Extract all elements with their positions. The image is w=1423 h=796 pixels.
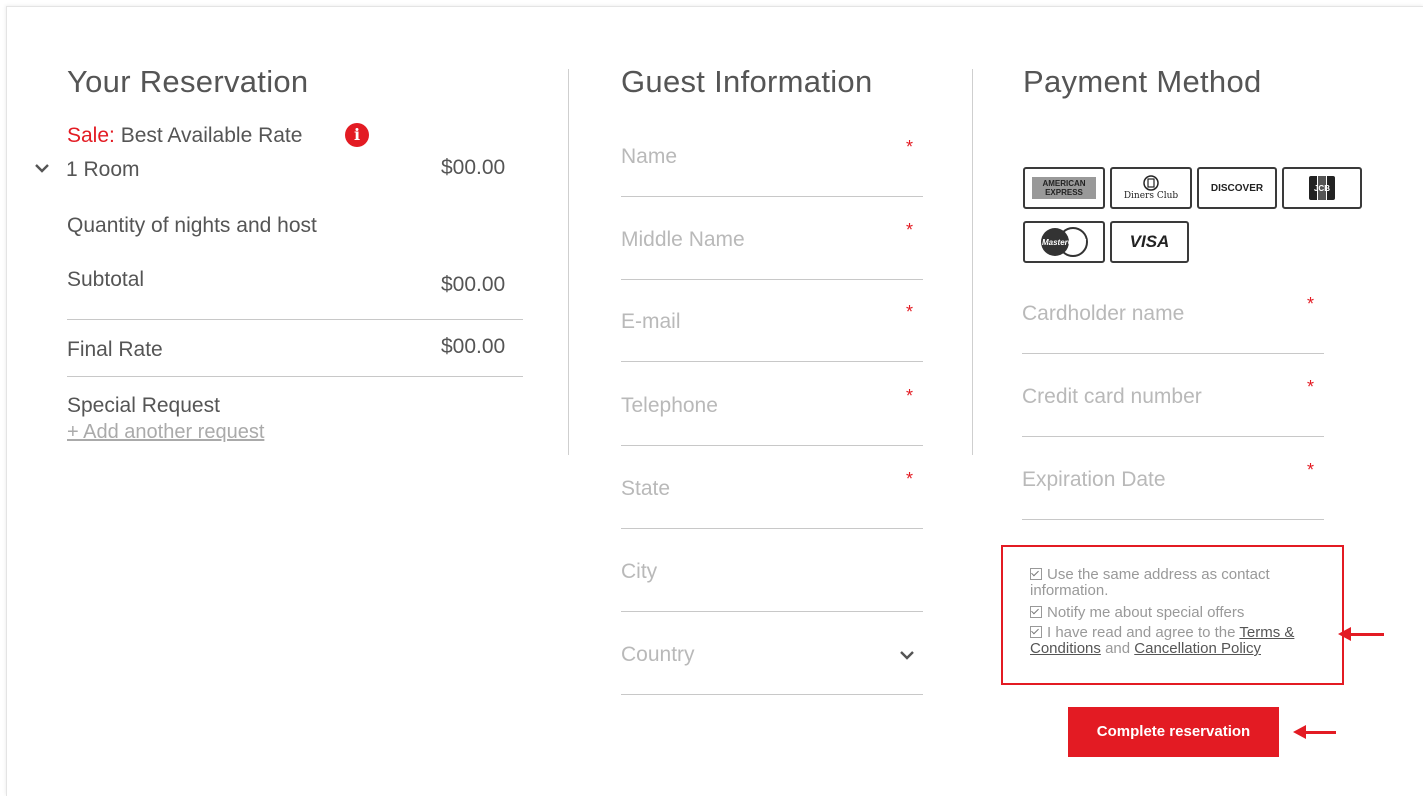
field-underline [621, 361, 923, 362]
middle-name-field[interactable]: Middle Name * [621, 220, 923, 280]
rate-line: Sale: Best Available Rate [67, 124, 302, 148]
telephone-field[interactable]: Telephone * [621, 386, 923, 446]
chevron-down-icon [899, 647, 915, 663]
amex-label: AMERICAN EXPRESS [1032, 177, 1096, 199]
notify-label: Notify me about special offers [1047, 604, 1245, 621]
required-marker: * [905, 302, 913, 322]
diners-label: Diners Club [1123, 191, 1179, 201]
required-marker: * [905, 469, 913, 489]
nights-label: Quantity of nights and host [67, 214, 317, 237]
state-placeholder: State [621, 477, 671, 500]
rate-name: Best Available Rate [120, 124, 303, 147]
middle-name-placeholder: Middle Name [621, 228, 745, 251]
discover-card-icon: DISCOVER [1197, 167, 1277, 209]
guest-info-title: Guest Information [621, 64, 873, 99]
chevron-down-icon[interactable] [34, 160, 54, 180]
required-marker: * [1306, 377, 1314, 397]
diners-logo-icon [1143, 175, 1159, 191]
checkbox-checked-icon [1030, 626, 1042, 638]
column-divider [972, 69, 973, 455]
jcb-label: JCB [1313, 183, 1330, 193]
column-divider [568, 69, 569, 455]
amex-card-icon: AMERICAN EXPRESS [1023, 167, 1105, 209]
payment-method-title: Payment Method [1023, 64, 1262, 99]
country-placeholder: Country [621, 643, 695, 666]
required-marker: * [905, 137, 913, 157]
field-underline [621, 528, 923, 529]
field-underline [621, 445, 923, 446]
final-rate-label: Final Rate [67, 338, 163, 361]
field-underline [1022, 519, 1324, 520]
room-price: $00.00 [441, 156, 506, 179]
agree-label: I have read and agree to the [1047, 624, 1236, 641]
divider [67, 376, 523, 377]
field-underline [621, 196, 923, 197]
card-number-placeholder: Credit card number [1022, 385, 1202, 408]
required-marker: * [905, 220, 913, 240]
telephone-placeholder: Telephone [621, 394, 718, 417]
discover-label: DISCOVER [1210, 182, 1264, 194]
field-underline [1022, 353, 1324, 354]
agree-terms-checkbox[interactable]: I have read and agree to the Terms & Con… [1030, 625, 1330, 657]
expiration-placeholder: Expiration Date [1022, 468, 1166, 491]
required-marker: * [1306, 294, 1314, 314]
state-field[interactable]: State * [621, 469, 923, 529]
room-label: 1 Room [66, 158, 140, 181]
special-request-label: Special Request [67, 394, 220, 417]
credit-card-number-field[interactable]: Credit card number * [1022, 377, 1324, 437]
jcb-card-icon: JCB [1282, 167, 1362, 209]
mastercard-label: MasterCard [1041, 237, 1086, 247]
notify-offers-checkbox[interactable]: Notify me about special offers [1030, 605, 1320, 621]
email-field[interactable]: E-mail * [621, 302, 923, 362]
arrow-left-icon [1293, 725, 1336, 739]
checkbox-checked-icon [1030, 606, 1042, 618]
name-field[interactable]: Name * [621, 137, 923, 197]
required-marker: * [905, 386, 913, 406]
email-placeholder: E-mail [621, 310, 681, 333]
diners-club-card-icon: Diners Club [1110, 167, 1192, 209]
cardholder-name-field[interactable]: Cardholder name * [1022, 294, 1324, 354]
expiration-date-field[interactable]: Expiration Date * [1022, 460, 1324, 520]
checkbox-checked-icon [1030, 568, 1042, 580]
city-placeholder: City [621, 560, 658, 583]
name-placeholder: Name [621, 145, 678, 168]
same-address-label: Use the same address as contact informat… [1030, 566, 1270, 599]
field-underline [621, 694, 923, 695]
sale-label: Sale: [67, 124, 115, 147]
cardholder-placeholder: Cardholder name [1022, 302, 1185, 325]
info-icon[interactable]: i [345, 123, 369, 147]
subtotal-value: $00.00 [441, 273, 506, 296]
final-rate-value: $00.00 [441, 335, 506, 358]
arrow-left-icon [1338, 627, 1384, 641]
visa-label: VISA [1129, 232, 1170, 251]
field-underline [621, 279, 923, 280]
cancellation-policy-link[interactable]: Cancellation Policy [1134, 640, 1261, 657]
complete-reservation-button[interactable]: Complete reservation [1068, 707, 1279, 757]
field-underline [1022, 436, 1324, 437]
mastercard-card-icon: MasterCard [1023, 221, 1105, 263]
same-address-checkbox[interactable]: Use the same address as contact informat… [1030, 567, 1320, 599]
field-underline [621, 611, 923, 612]
country-select[interactable]: Country [621, 635, 923, 695]
subtotal-label: Subtotal [67, 268, 145, 291]
divider [67, 319, 523, 320]
add-request-link[interactable]: + Add another request [67, 421, 264, 444]
and-label: and [1105, 640, 1131, 657]
required-marker: * [1306, 460, 1314, 480]
city-field[interactable]: City [621, 552, 923, 612]
reservation-title: Your Reservation [67, 64, 309, 99]
visa-card-icon: VISA [1110, 221, 1189, 263]
